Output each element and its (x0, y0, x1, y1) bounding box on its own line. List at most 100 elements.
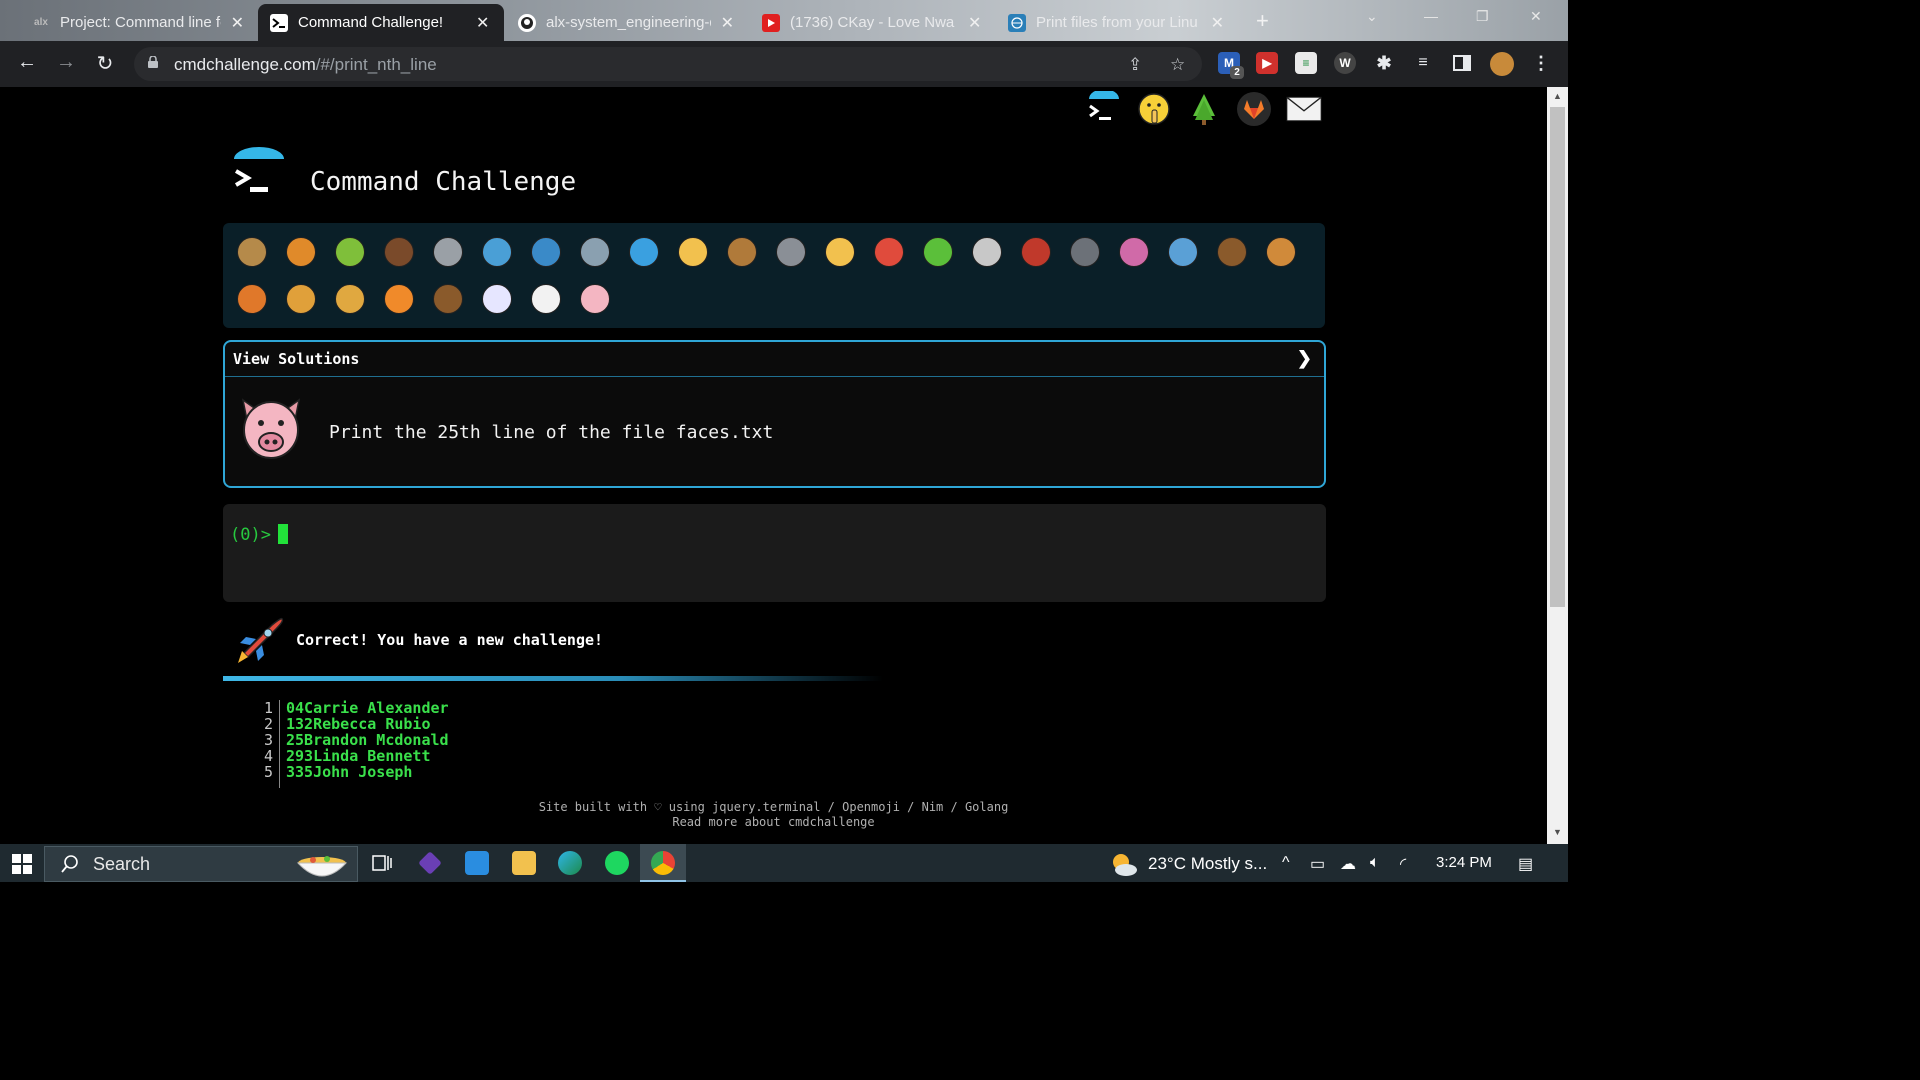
terminal[interactable]: (0)> (223, 504, 1326, 602)
extension-red-icon[interactable]: ▶ (1256, 52, 1278, 74)
search-icon (61, 855, 78, 873)
taskbar-search[interactable]: Search (44, 846, 358, 882)
evergreen-tree-icon[interactable] (1186, 91, 1222, 127)
new-tab-button[interactable]: + (1256, 8, 1269, 34)
tiger-icon (383, 283, 414, 314)
challenge-lion-icon[interactable] (325, 276, 374, 322)
tab-print-files[interactable]: Print files from your Linu ✕ (996, 4, 1236, 41)
chevron-right-icon[interactable]: ❯ (1297, 348, 1312, 369)
challenge-fox-icon[interactable] (227, 276, 276, 322)
forward-icon[interactable]: → (53, 51, 79, 74)
gitlab-icon[interactable] (1236, 91, 1272, 127)
page-scrollbar[interactable]: ▲ ▼ (1547, 87, 1568, 844)
challenge-dog-icon[interactable] (1256, 229, 1305, 275)
restore-icon[interactable]: ❐ (1476, 8, 1489, 25)
challenge-monkey-icon[interactable] (1207, 229, 1256, 275)
challenge-caterpillar-icon[interactable] (325, 229, 374, 275)
task-view-icon[interactable] (370, 851, 394, 875)
challenge-bee-icon[interactable] (815, 229, 864, 275)
url-text: cmdchallenge.com/#/print_nth_line (174, 55, 437, 74)
challenge-microbe-icon[interactable] (1158, 229, 1207, 275)
file-explorer-icon[interactable] (512, 851, 536, 875)
terminal-prompt: (0)> (230, 525, 271, 545)
chrome-icon[interactable] (651, 851, 675, 875)
side-panel-icon[interactable] (1451, 52, 1473, 74)
challenge-pig-icon[interactable] (570, 276, 619, 322)
volume-icon[interactable]: 🔈︎ (1370, 854, 1380, 872)
challenge-flea-icon[interactable] (962, 229, 1011, 275)
challenge-fly-icon[interactable] (1060, 229, 1109, 275)
line-text: 293Linda Bennett (286, 747, 431, 765)
challenge-ant-icon[interactable] (374, 229, 423, 275)
reading-list-icon[interactable]: ≡ (1412, 52, 1434, 74)
menu-icon[interactable]: ⋮ (1530, 52, 1552, 74)
tab-project[interactable]: alx Project: Command line fo ✕ (20, 4, 256, 41)
view-solutions-header[interactable]: View Solutions (225, 342, 1324, 377)
edge-icon[interactable] (558, 851, 582, 875)
challenge-whale-icon[interactable] (472, 229, 521, 275)
extensions-puzzle-icon[interactable]: ✱ (1373, 52, 1395, 74)
challenge-tropical-fish-icon[interactable] (668, 229, 717, 275)
challenge-snake-icon[interactable] (1109, 229, 1158, 275)
microsoft-store-icon[interactable] (465, 851, 489, 875)
extension-w-icon[interactable]: W (1334, 52, 1356, 74)
tab-github[interactable]: alx-system_engineering-d ✕ (506, 4, 746, 41)
challenge-fish-icon[interactable] (619, 229, 668, 275)
challenge-horse-icon[interactable] (423, 276, 472, 322)
envelope-icon[interactable] (1286, 91, 1322, 127)
challenge-scorpion-icon[interactable] (1011, 229, 1060, 275)
scrollbar-thumb[interactable] (1550, 107, 1565, 607)
tab-strip: alx Project: Command line fo ✕ Command C… (0, 0, 1568, 41)
cmdchallenge-logo-icon[interactable] (1086, 91, 1122, 127)
battery-icon[interactable]: ▭ (1310, 854, 1325, 874)
tab-search-icon[interactable]: ⌄ (1366, 8, 1378, 25)
flea-icon (971, 237, 1002, 267)
challenge-cat-icon[interactable] (276, 276, 325, 322)
notifications-icon[interactable]: ▤ (1518, 854, 1533, 874)
challenge-wolf-icon[interactable] (766, 229, 815, 275)
challenge-tiger-icon[interactable] (374, 276, 423, 322)
minimize-icon[interactable]: — (1424, 8, 1438, 24)
youtube-icon (762, 13, 780, 32)
close-icon[interactable]: ✕ (968, 13, 981, 33)
weather-text[interactable]: 23°C Mostly s... (1148, 854, 1267, 874)
scroll-up-icon[interactable]: ▲ (1553, 91, 1562, 101)
clock-time[interactable]: 3:24 PM (1436, 854, 1492, 871)
close-icon[interactable]: ✕ (1211, 13, 1224, 33)
wifi-icon[interactable]: ◜ (1400, 854, 1406, 874)
close-window-icon[interactable]: ✕ (1530, 8, 1542, 25)
challenge-blowfish-icon[interactable] (717, 229, 766, 275)
extension-sheet-icon[interactable]: ≡ (1295, 52, 1317, 74)
shushing-face-icon[interactable] (1136, 91, 1172, 127)
app-purple-icon[interactable] (418, 851, 442, 875)
challenge-ladybug-icon[interactable] (864, 229, 913, 275)
reload-icon[interactable]: ↻ (92, 51, 118, 76)
share-icon[interactable]: ⇪ (1128, 55, 1142, 75)
profile-avatar[interactable] (1490, 52, 1514, 76)
footer-read-more-link[interactable]: Read more about cmdchallenge (0, 815, 1547, 829)
challenge-spider-web-icon[interactable] (423, 229, 472, 275)
tab-command-challenge[interactable]: Command Challenge! ✕ (258, 4, 504, 41)
close-icon[interactable]: ✕ (231, 13, 244, 33)
challenge-dolphin-icon[interactable] (521, 229, 570, 275)
windows-start-icon[interactable] (12, 854, 32, 874)
challenge-snail-icon[interactable] (227, 229, 276, 275)
cloud-icon[interactable]: ☁ (1340, 854, 1356, 874)
address-bar[interactable]: cmdchallenge.com/#/print_nth_line ⇪ ☆ (134, 47, 1202, 81)
spotify-icon[interactable] (605, 851, 629, 875)
close-icon[interactable]: ✕ (721, 13, 734, 33)
tray-chevron-icon[interactable]: ^ (1282, 854, 1290, 872)
scroll-down-icon[interactable]: ▼ (1553, 827, 1562, 837)
line-number: 5 (262, 764, 280, 780)
bookmark-star-icon[interactable]: ☆ (1170, 55, 1185, 75)
challenge-unicorn-icon[interactable] (472, 276, 521, 322)
close-icon[interactable]: ✕ (476, 13, 489, 33)
challenge-worm-icon[interactable] (913, 229, 962, 275)
tab-youtube[interactable]: (1736) CKay - Love Nwa ✕ (750, 4, 994, 41)
challenge-shark-icon[interactable] (570, 229, 619, 275)
horse-icon (432, 283, 463, 314)
back-icon[interactable]: ← (14, 51, 40, 74)
challenge-cow-icon[interactable] (521, 276, 570, 322)
challenge-butterfly-icon[interactable] (276, 229, 325, 275)
page-content: Command Challenge View Solutions ❯ Print… (0, 87, 1547, 844)
